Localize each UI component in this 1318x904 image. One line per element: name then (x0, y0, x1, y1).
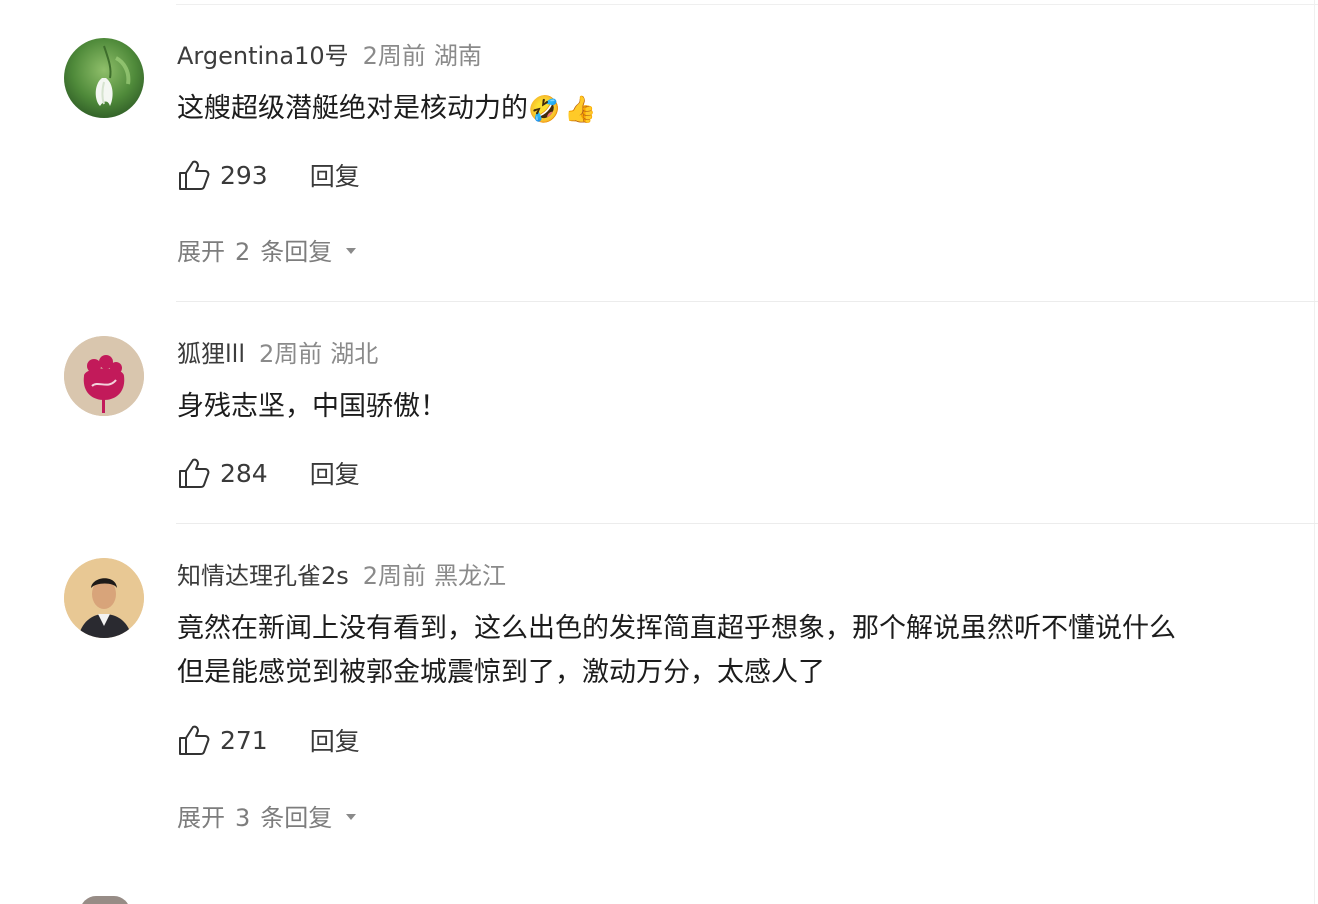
avatar[interactable] (64, 38, 144, 118)
username[interactable]: 狐狸lll (177, 340, 245, 368)
thumbs-up-outline-icon (179, 160, 210, 190)
expand-suffix: 条回复 (260, 804, 333, 832)
expand-count: 3 (235, 804, 251, 832)
comment-meta: Argentina10号 2周前 湖南 (177, 39, 482, 73)
thumbs-up-outline-icon (179, 725, 210, 755)
comment-divider (176, 301, 1318, 302)
laughing-emoji-icon: 🤣 (528, 94, 561, 125)
comment-divider (176, 523, 1318, 524)
caret-down-icon (346, 248, 357, 254)
comment-time: 2周前 (362, 562, 427, 590)
comment-list: Argentina10号 2周前 湖南 这艘超级潜艇绝对是核动力的🤣 👍 293 回复… (0, 0, 1318, 904)
avatar-man-portrait-image (64, 558, 144, 638)
comment-meta: 狐狸lll 2周前 湖北 (177, 337, 378, 371)
comment-text: 身残志坚，中国骄傲！ (177, 391, 447, 422)
expand-replies-button[interactable]: 展开 3 条回复 (177, 801, 357, 835)
avatar-flower-image (64, 38, 144, 118)
avatar[interactable] (64, 336, 144, 416)
avatar-partial[interactable] (80, 896, 130, 904)
comment-actions: 284 回复 (177, 455, 360, 491)
reply-button[interactable]: 回复 (310, 455, 360, 491)
right-border (1314, 0, 1315, 904)
comment-meta: 知情达理孔雀2s 2周前 黑龙江 (177, 559, 506, 593)
comment-location: 黑龙江 (434, 562, 507, 590)
expand-count: 2 (235, 238, 251, 266)
like-count: 284 (220, 458, 268, 488)
comment-text-line: 竟然在新闻上没有看到，这么出色的发挥简直超乎想象，那个解说虽然听不懂说什么 (177, 613, 1176, 644)
like-count: 271 (220, 725, 268, 755)
comment-text-body: 这艘超级潜艇绝对是核动力的 (177, 93, 528, 124)
comment-actions: 293 回复 (177, 157, 360, 193)
expand-suffix: 条回复 (260, 238, 333, 266)
username[interactable]: 知情达理孔雀2s (177, 562, 349, 590)
comment-text-line: 但是能感觉到被郭金城震惊到了，激动万分，太感人了 (177, 657, 825, 688)
comment-text: 这艘超级潜艇绝对是核动力的🤣 👍 (177, 87, 1318, 131)
username[interactable]: Argentina10号 (177, 42, 349, 70)
reply-button[interactable]: 回复 (310, 157, 360, 193)
expand-prefix: 展开 (177, 238, 225, 266)
caret-down-icon (346, 814, 357, 820)
comment-time: 2周前 (362, 42, 426, 70)
comment-location: 湖北 (330, 340, 379, 368)
thumbs-up-emoji-icon: 👍 (564, 94, 597, 125)
like-button[interactable]: 271 (177, 723, 268, 757)
like-button[interactable]: 284 (177, 456, 268, 490)
expand-prefix: 展开 (177, 804, 225, 832)
avatar-red-flower-image (64, 336, 144, 416)
top-divider (176, 4, 1318, 5)
expand-replies-button[interactable]: 展开 2 条回复 (177, 235, 357, 269)
like-count: 293 (220, 160, 268, 190)
comment-location: 湖南 (433, 42, 482, 70)
comment-time: 2周前 (259, 340, 323, 368)
thumbs-up-outline-icon (179, 458, 210, 488)
reply-button[interactable]: 回复 (310, 722, 360, 758)
comment-actions: 271 回复 (177, 722, 360, 758)
avatar[interactable] (64, 558, 144, 638)
like-button[interactable]: 293 (177, 158, 268, 192)
